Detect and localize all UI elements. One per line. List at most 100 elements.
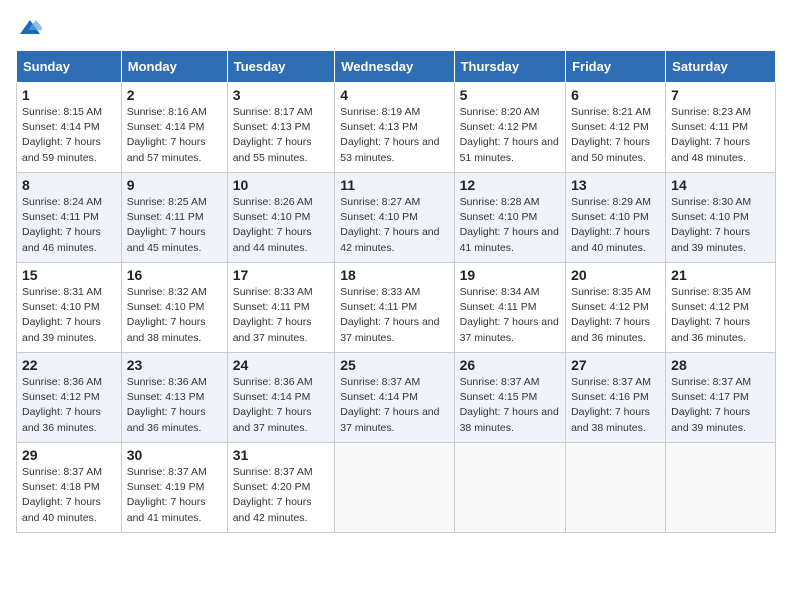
day-info: Sunrise: 8:35 AMSunset: 4:12 PMDaylight:… — [571, 286, 651, 344]
weekday-header-wednesday: Wednesday — [335, 51, 454, 83]
calendar-cell: 2 Sunrise: 8:16 AMSunset: 4:14 PMDayligh… — [121, 83, 227, 173]
day-info: Sunrise: 8:20 AMSunset: 4:12 PMDaylight:… — [460, 106, 559, 164]
header — [16, 16, 776, 40]
calendar-cell: 13 Sunrise: 8:29 AMSunset: 4:10 PMDaylig… — [566, 173, 666, 263]
day-info: Sunrise: 8:16 AMSunset: 4:14 PMDaylight:… — [127, 106, 207, 164]
calendar-cell: 29 Sunrise: 8:37 AMSunset: 4:18 PMDaylig… — [17, 443, 122, 533]
calendar-cell: 12 Sunrise: 8:28 AMSunset: 4:10 PMDaylig… — [454, 173, 565, 263]
day-info: Sunrise: 8:23 AMSunset: 4:11 PMDaylight:… — [671, 106, 751, 164]
calendar-cell: 3 Sunrise: 8:17 AMSunset: 4:13 PMDayligh… — [227, 83, 335, 173]
day-info: Sunrise: 8:33 AMSunset: 4:11 PMDaylight:… — [340, 286, 439, 344]
calendar-cell: 11 Sunrise: 8:27 AMSunset: 4:10 PMDaylig… — [335, 173, 454, 263]
day-info: Sunrise: 8:36 AMSunset: 4:14 PMDaylight:… — [233, 376, 313, 434]
calendar-cell: 10 Sunrise: 8:26 AMSunset: 4:10 PMDaylig… — [227, 173, 335, 263]
calendar-cell: 21 Sunrise: 8:35 AMSunset: 4:12 PMDaylig… — [666, 263, 776, 353]
logo — [16, 16, 42, 40]
day-info: Sunrise: 8:37 AMSunset: 4:14 PMDaylight:… — [340, 376, 439, 434]
day-number: 27 — [571, 357, 660, 373]
day-number: 29 — [22, 447, 116, 463]
day-number: 19 — [460, 267, 560, 283]
day-number: 3 — [233, 87, 330, 103]
week-row-5: 29 Sunrise: 8:37 AMSunset: 4:18 PMDaylig… — [17, 443, 776, 533]
calendar-cell: 15 Sunrise: 8:31 AMSunset: 4:10 PMDaylig… — [17, 263, 122, 353]
calendar-cell: 30 Sunrise: 8:37 AMSunset: 4:19 PMDaylig… — [121, 443, 227, 533]
calendar-cell: 19 Sunrise: 8:34 AMSunset: 4:11 PMDaylig… — [454, 263, 565, 353]
day-info: Sunrise: 8:37 AMSunset: 4:19 PMDaylight:… — [127, 466, 207, 524]
calendar-cell — [566, 443, 666, 533]
calendar-cell: 16 Sunrise: 8:32 AMSunset: 4:10 PMDaylig… — [121, 263, 227, 353]
day-number: 2 — [127, 87, 222, 103]
day-number: 28 — [671, 357, 770, 373]
calendar-cell: 25 Sunrise: 8:37 AMSunset: 4:14 PMDaylig… — [335, 353, 454, 443]
day-number: 5 — [460, 87, 560, 103]
week-row-1: 1 Sunrise: 8:15 AMSunset: 4:14 PMDayligh… — [17, 83, 776, 173]
day-number: 30 — [127, 447, 222, 463]
calendar-cell: 23 Sunrise: 8:36 AMSunset: 4:13 PMDaylig… — [121, 353, 227, 443]
week-row-2: 8 Sunrise: 8:24 AMSunset: 4:11 PMDayligh… — [17, 173, 776, 263]
day-number: 24 — [233, 357, 330, 373]
weekday-header-saturday: Saturday — [666, 51, 776, 83]
day-number: 11 — [340, 177, 448, 193]
day-info: Sunrise: 8:34 AMSunset: 4:11 PMDaylight:… — [460, 286, 559, 344]
day-number: 23 — [127, 357, 222, 373]
day-info: Sunrise: 8:25 AMSunset: 4:11 PMDaylight:… — [127, 196, 207, 254]
calendar-cell: 18 Sunrise: 8:33 AMSunset: 4:11 PMDaylig… — [335, 263, 454, 353]
day-number: 17 — [233, 267, 330, 283]
day-info: Sunrise: 8:24 AMSunset: 4:11 PMDaylight:… — [22, 196, 102, 254]
logo-icon — [18, 16, 42, 40]
calendar-cell: 22 Sunrise: 8:36 AMSunset: 4:12 PMDaylig… — [17, 353, 122, 443]
day-number: 6 — [571, 87, 660, 103]
day-info: Sunrise: 8:37 AMSunset: 4:17 PMDaylight:… — [671, 376, 751, 434]
calendar-cell: 24 Sunrise: 8:36 AMSunset: 4:14 PMDaylig… — [227, 353, 335, 443]
day-number: 10 — [233, 177, 330, 193]
day-info: Sunrise: 8:29 AMSunset: 4:10 PMDaylight:… — [571, 196, 651, 254]
day-info: Sunrise: 8:27 AMSunset: 4:10 PMDaylight:… — [340, 196, 439, 254]
day-info: Sunrise: 8:36 AMSunset: 4:13 PMDaylight:… — [127, 376, 207, 434]
calendar-cell: 9 Sunrise: 8:25 AMSunset: 4:11 PMDayligh… — [121, 173, 227, 263]
day-number: 1 — [22, 87, 116, 103]
day-number: 22 — [22, 357, 116, 373]
day-number: 9 — [127, 177, 222, 193]
calendar-cell: 20 Sunrise: 8:35 AMSunset: 4:12 PMDaylig… — [566, 263, 666, 353]
day-info: Sunrise: 8:19 AMSunset: 4:13 PMDaylight:… — [340, 106, 439, 164]
day-number: 13 — [571, 177, 660, 193]
calendar-cell: 28 Sunrise: 8:37 AMSunset: 4:17 PMDaylig… — [666, 353, 776, 443]
day-info: Sunrise: 8:33 AMSunset: 4:11 PMDaylight:… — [233, 286, 313, 344]
calendar-cell — [454, 443, 565, 533]
weekday-header-friday: Friday — [566, 51, 666, 83]
day-number: 26 — [460, 357, 560, 373]
day-number: 25 — [340, 357, 448, 373]
day-info: Sunrise: 8:15 AMSunset: 4:14 PMDaylight:… — [22, 106, 102, 164]
day-number: 20 — [571, 267, 660, 283]
calendar-cell: 6 Sunrise: 8:21 AMSunset: 4:12 PMDayligh… — [566, 83, 666, 173]
weekday-header-tuesday: Tuesday — [227, 51, 335, 83]
calendar-cell: 31 Sunrise: 8:37 AMSunset: 4:20 PMDaylig… — [227, 443, 335, 533]
day-info: Sunrise: 8:36 AMSunset: 4:12 PMDaylight:… — [22, 376, 102, 434]
calendar-table: SundayMondayTuesdayWednesdayThursdayFrid… — [16, 50, 776, 533]
day-info: Sunrise: 8:28 AMSunset: 4:10 PMDaylight:… — [460, 196, 559, 254]
day-number: 14 — [671, 177, 770, 193]
day-number: 18 — [340, 267, 448, 283]
calendar-cell: 8 Sunrise: 8:24 AMSunset: 4:11 PMDayligh… — [17, 173, 122, 263]
calendar-cell: 5 Sunrise: 8:20 AMSunset: 4:12 PMDayligh… — [454, 83, 565, 173]
day-number: 8 — [22, 177, 116, 193]
day-number: 4 — [340, 87, 448, 103]
calendar-cell: 1 Sunrise: 8:15 AMSunset: 4:14 PMDayligh… — [17, 83, 122, 173]
calendar-cell: 4 Sunrise: 8:19 AMSunset: 4:13 PMDayligh… — [335, 83, 454, 173]
day-number: 12 — [460, 177, 560, 193]
day-number: 7 — [671, 87, 770, 103]
day-info: Sunrise: 8:37 AMSunset: 4:18 PMDaylight:… — [22, 466, 102, 524]
week-row-3: 15 Sunrise: 8:31 AMSunset: 4:10 PMDaylig… — [17, 263, 776, 353]
weekday-header-monday: Monday — [121, 51, 227, 83]
day-number: 31 — [233, 447, 330, 463]
day-info: Sunrise: 8:26 AMSunset: 4:10 PMDaylight:… — [233, 196, 313, 254]
day-info: Sunrise: 8:37 AMSunset: 4:15 PMDaylight:… — [460, 376, 559, 434]
day-info: Sunrise: 8:32 AMSunset: 4:10 PMDaylight:… — [127, 286, 207, 344]
calendar-cell: 17 Sunrise: 8:33 AMSunset: 4:11 PMDaylig… — [227, 263, 335, 353]
day-info: Sunrise: 8:35 AMSunset: 4:12 PMDaylight:… — [671, 286, 751, 344]
calendar-cell: 7 Sunrise: 8:23 AMSunset: 4:11 PMDayligh… — [666, 83, 776, 173]
day-info: Sunrise: 8:21 AMSunset: 4:12 PMDaylight:… — [571, 106, 651, 164]
day-info: Sunrise: 8:37 AMSunset: 4:16 PMDaylight:… — [571, 376, 651, 434]
calendar-cell: 26 Sunrise: 8:37 AMSunset: 4:15 PMDaylig… — [454, 353, 565, 443]
day-info: Sunrise: 8:30 AMSunset: 4:10 PMDaylight:… — [671, 196, 751, 254]
